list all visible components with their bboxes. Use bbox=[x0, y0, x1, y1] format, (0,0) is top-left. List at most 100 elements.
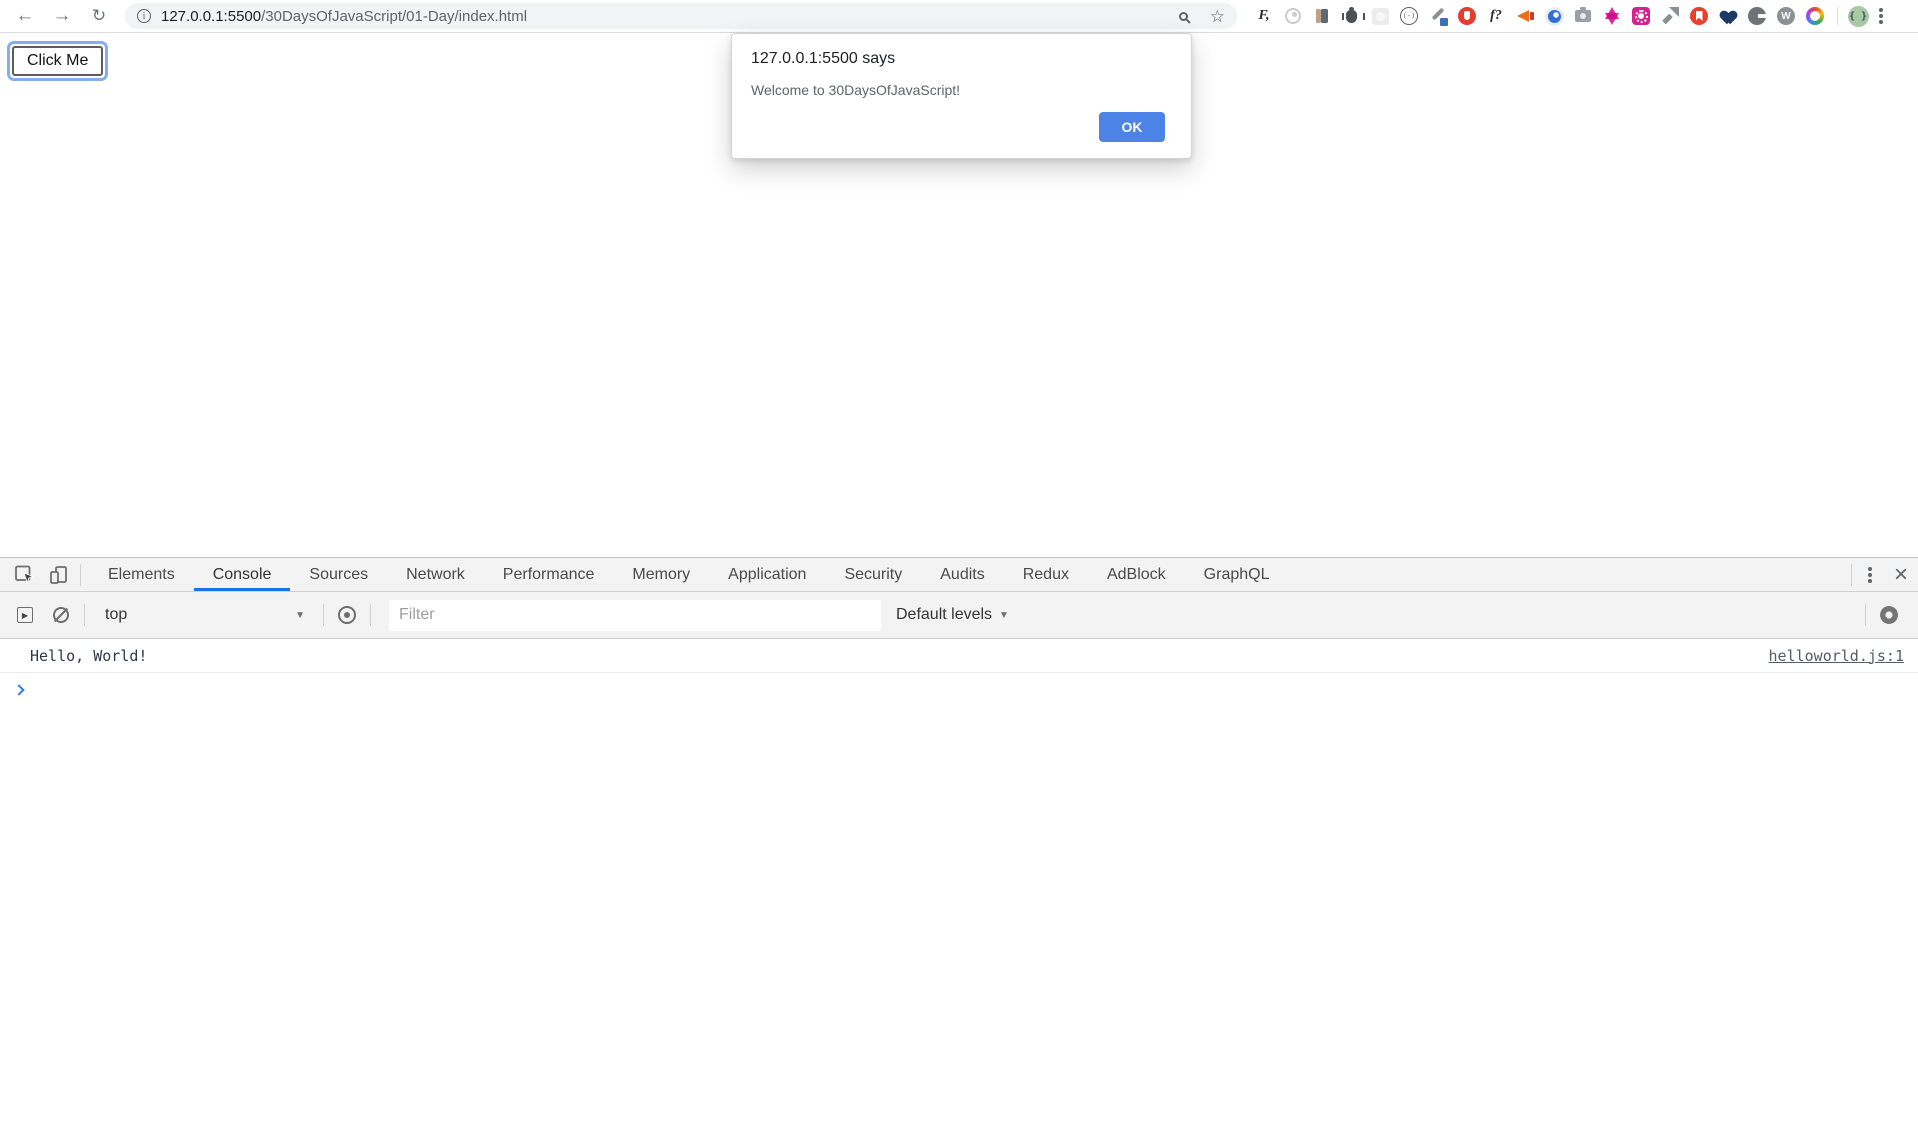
filter-input[interactable] bbox=[389, 600, 881, 631]
f-question-icon[interactable]: f? bbox=[1485, 5, 1507, 27]
forward-button[interactable]: → bbox=[49, 3, 75, 29]
camera-icon[interactable] bbox=[1572, 5, 1594, 27]
console-log-row: Hello, World! helloworld.js:1 bbox=[0, 639, 1918, 673]
tabbar-separator bbox=[80, 564, 81, 586]
reload-button[interactable]: ↻ bbox=[86, 3, 112, 29]
clickme-focus-ring: Click Me bbox=[7, 41, 108, 81]
zoom-icon[interactable] bbox=[1179, 12, 1188, 21]
parens-icon[interactable]: (-) bbox=[1398, 5, 1420, 27]
console-toolbar-separator-3 bbox=[370, 604, 371, 626]
console-toolbar: ▶ top ▼ Default levels ▼ bbox=[0, 592, 1918, 639]
browser-toolbar: ← → ↻ i 127.0.0.1:5500/30DaysOfJavaScrip… bbox=[0, 0, 1918, 33]
font-tool-icon[interactable]: F, bbox=[1253, 5, 1275, 27]
red-bookmark-icon[interactable] bbox=[1688, 5, 1710, 27]
console-source-link[interactable]: helloworld.js:1 bbox=[1769, 647, 1904, 665]
pink-gear-icon[interactable] bbox=[1630, 5, 1652, 27]
tab-adblock[interactable]: AdBlock bbox=[1088, 558, 1185, 591]
bug-icon-shape bbox=[1346, 10, 1357, 23]
inspect-element-icon[interactable] bbox=[12, 562, 38, 588]
log-levels-dropdown[interactable]: Default levels ▼ bbox=[896, 606, 1009, 624]
red-bookmark-icon-shape bbox=[1690, 7, 1708, 25]
address-bar[interactable]: i 127.0.0.1:5500/30DaysOfJavaScript/01-D… bbox=[125, 3, 1237, 29]
alert-ok-button[interactable]: OK bbox=[1099, 112, 1165, 142]
levels-chevron-down-icon: ▼ bbox=[999, 610, 1009, 621]
context-label: top bbox=[105, 606, 127, 624]
browser-menu-icon[interactable] bbox=[1879, 14, 1883, 18]
tab-network[interactable]: Network bbox=[387, 558, 484, 591]
blue-orb-icon[interactable] bbox=[1543, 5, 1565, 27]
heart-search-icon[interactable] bbox=[1717, 5, 1739, 27]
tabbar-right-separator bbox=[1851, 564, 1852, 586]
tab-performance[interactable]: Performance bbox=[484, 558, 614, 591]
js-alert-dialog: 127.0.0.1:5500 says Welcome to 30DaysOfJ… bbox=[731, 33, 1192, 159]
console-toolbar-separator-4 bbox=[1865, 604, 1866, 626]
megaphone-icon[interactable] bbox=[1514, 5, 1536, 27]
pixel-arrow-icon-shape bbox=[1660, 6, 1680, 26]
parens-icon-shape: (-) bbox=[1400, 7, 1418, 25]
lens-icon[interactable] bbox=[1282, 5, 1304, 27]
megaphone-icon-shape bbox=[1515, 6, 1535, 26]
graphql-star-icon[interactable] bbox=[1601, 5, 1623, 27]
info-icon[interactable]: i bbox=[137, 9, 151, 23]
live-expression-eye-icon[interactable] bbox=[332, 600, 362, 630]
json-viewer-glyph: { } bbox=[1848, 6, 1869, 27]
w-circle-icon[interactable]: W bbox=[1775, 5, 1797, 27]
toolbar-separator bbox=[1837, 7, 1838, 25]
alert-message: Welcome to 30DaysOfJavaScript! bbox=[751, 82, 1165, 98]
device-toolbar-icon[interactable] bbox=[46, 562, 72, 588]
pixel-arrow-icon[interactable] bbox=[1659, 5, 1681, 27]
console-toolbar-separator-2 bbox=[323, 604, 324, 626]
extensions-row: F, (-) f? W bbox=[1253, 5, 1826, 27]
camera-icon-shape bbox=[1575, 10, 1591, 22]
color-ring-icon[interactable] bbox=[1804, 5, 1826, 27]
g-circle-icon[interactable] bbox=[1746, 5, 1768, 27]
tab-sources[interactable]: Sources bbox=[290, 558, 387, 591]
stop-hand-icon[interactable] bbox=[1456, 5, 1478, 27]
bookmark-star-icon[interactable]: ☆ bbox=[1210, 8, 1225, 25]
tab-console[interactable]: Console bbox=[194, 558, 291, 591]
stop-hand-icon-shape bbox=[1458, 7, 1476, 25]
tab-application[interactable]: Application bbox=[709, 558, 825, 591]
chevron-down-icon: ▼ bbox=[295, 610, 305, 621]
devtools-panel: ElementsConsoleSourcesNetworkPerformance… bbox=[0, 557, 1918, 1146]
faded-grid-icon-shape bbox=[1372, 8, 1389, 25]
tab-memory[interactable]: Memory bbox=[613, 558, 709, 591]
back-button[interactable]: ← bbox=[12, 3, 38, 29]
tab-redux[interactable]: Redux bbox=[1004, 558, 1088, 591]
devtools-close-icon[interactable]: × bbox=[1894, 563, 1908, 587]
url-text[interactable]: 127.0.0.1:5500/30DaysOfJavaScript/01-Day… bbox=[161, 8, 527, 25]
font-tool-icon-shape: F, bbox=[1258, 8, 1269, 24]
panels-icon[interactable] bbox=[1311, 5, 1333, 27]
tab-graphql[interactable]: GraphQL bbox=[1185, 558, 1289, 591]
prompt-chevron-icon bbox=[13, 684, 24, 695]
eyedropper-icon-shape bbox=[1428, 6, 1448, 26]
url-host: 127.0.0.1:5500 bbox=[161, 8, 261, 25]
tab-audits[interactable]: Audits bbox=[921, 558, 1003, 591]
devtools-menu-icon[interactable] bbox=[1868, 573, 1872, 577]
bug-icon[interactable] bbox=[1340, 5, 1362, 27]
click-me-button[interactable]: Click Me bbox=[12, 46, 103, 76]
devtools-tabs: ElementsConsoleSourcesNetworkPerformance… bbox=[89, 558, 1288, 591]
tab-elements[interactable]: Elements bbox=[89, 558, 194, 591]
color-ring-icon-shape bbox=[1806, 7, 1824, 25]
json-viewer-icon[interactable]: { } bbox=[1847, 5, 1869, 27]
eyedropper-icon[interactable] bbox=[1427, 5, 1449, 27]
clear-console-icon[interactable] bbox=[46, 600, 76, 630]
tabbar-right-controls: × bbox=[1843, 563, 1918, 587]
faded-grid-icon[interactable] bbox=[1369, 5, 1391, 27]
console-toolbar-separator-1 bbox=[84, 604, 85, 626]
w-circle-icon-shape: W bbox=[1777, 7, 1795, 25]
f-question-icon-shape: f? bbox=[1490, 8, 1502, 24]
alert-title: 127.0.0.1:5500 says bbox=[751, 50, 1165, 68]
settings-gear-icon[interactable] bbox=[1874, 600, 1904, 630]
url-path: /30DaysOfJavaScript/01-Day/index.html bbox=[261, 8, 527, 25]
blue-orb-icon-shape bbox=[1545, 7, 1564, 26]
execution-context-selector[interactable]: top ▼ bbox=[93, 606, 315, 624]
console-sidebar-toggle-icon[interactable]: ▶ bbox=[10, 600, 40, 630]
levels-label: Default levels bbox=[896, 606, 992, 624]
devtools-tabbar: ElementsConsoleSourcesNetworkPerformance… bbox=[0, 558, 1918, 592]
tab-security[interactable]: Security bbox=[825, 558, 921, 591]
panels-icon-shape bbox=[1313, 7, 1331, 25]
console-prompt-row[interactable] bbox=[0, 673, 1918, 707]
pink-gear-icon-shape bbox=[1632, 7, 1650, 25]
